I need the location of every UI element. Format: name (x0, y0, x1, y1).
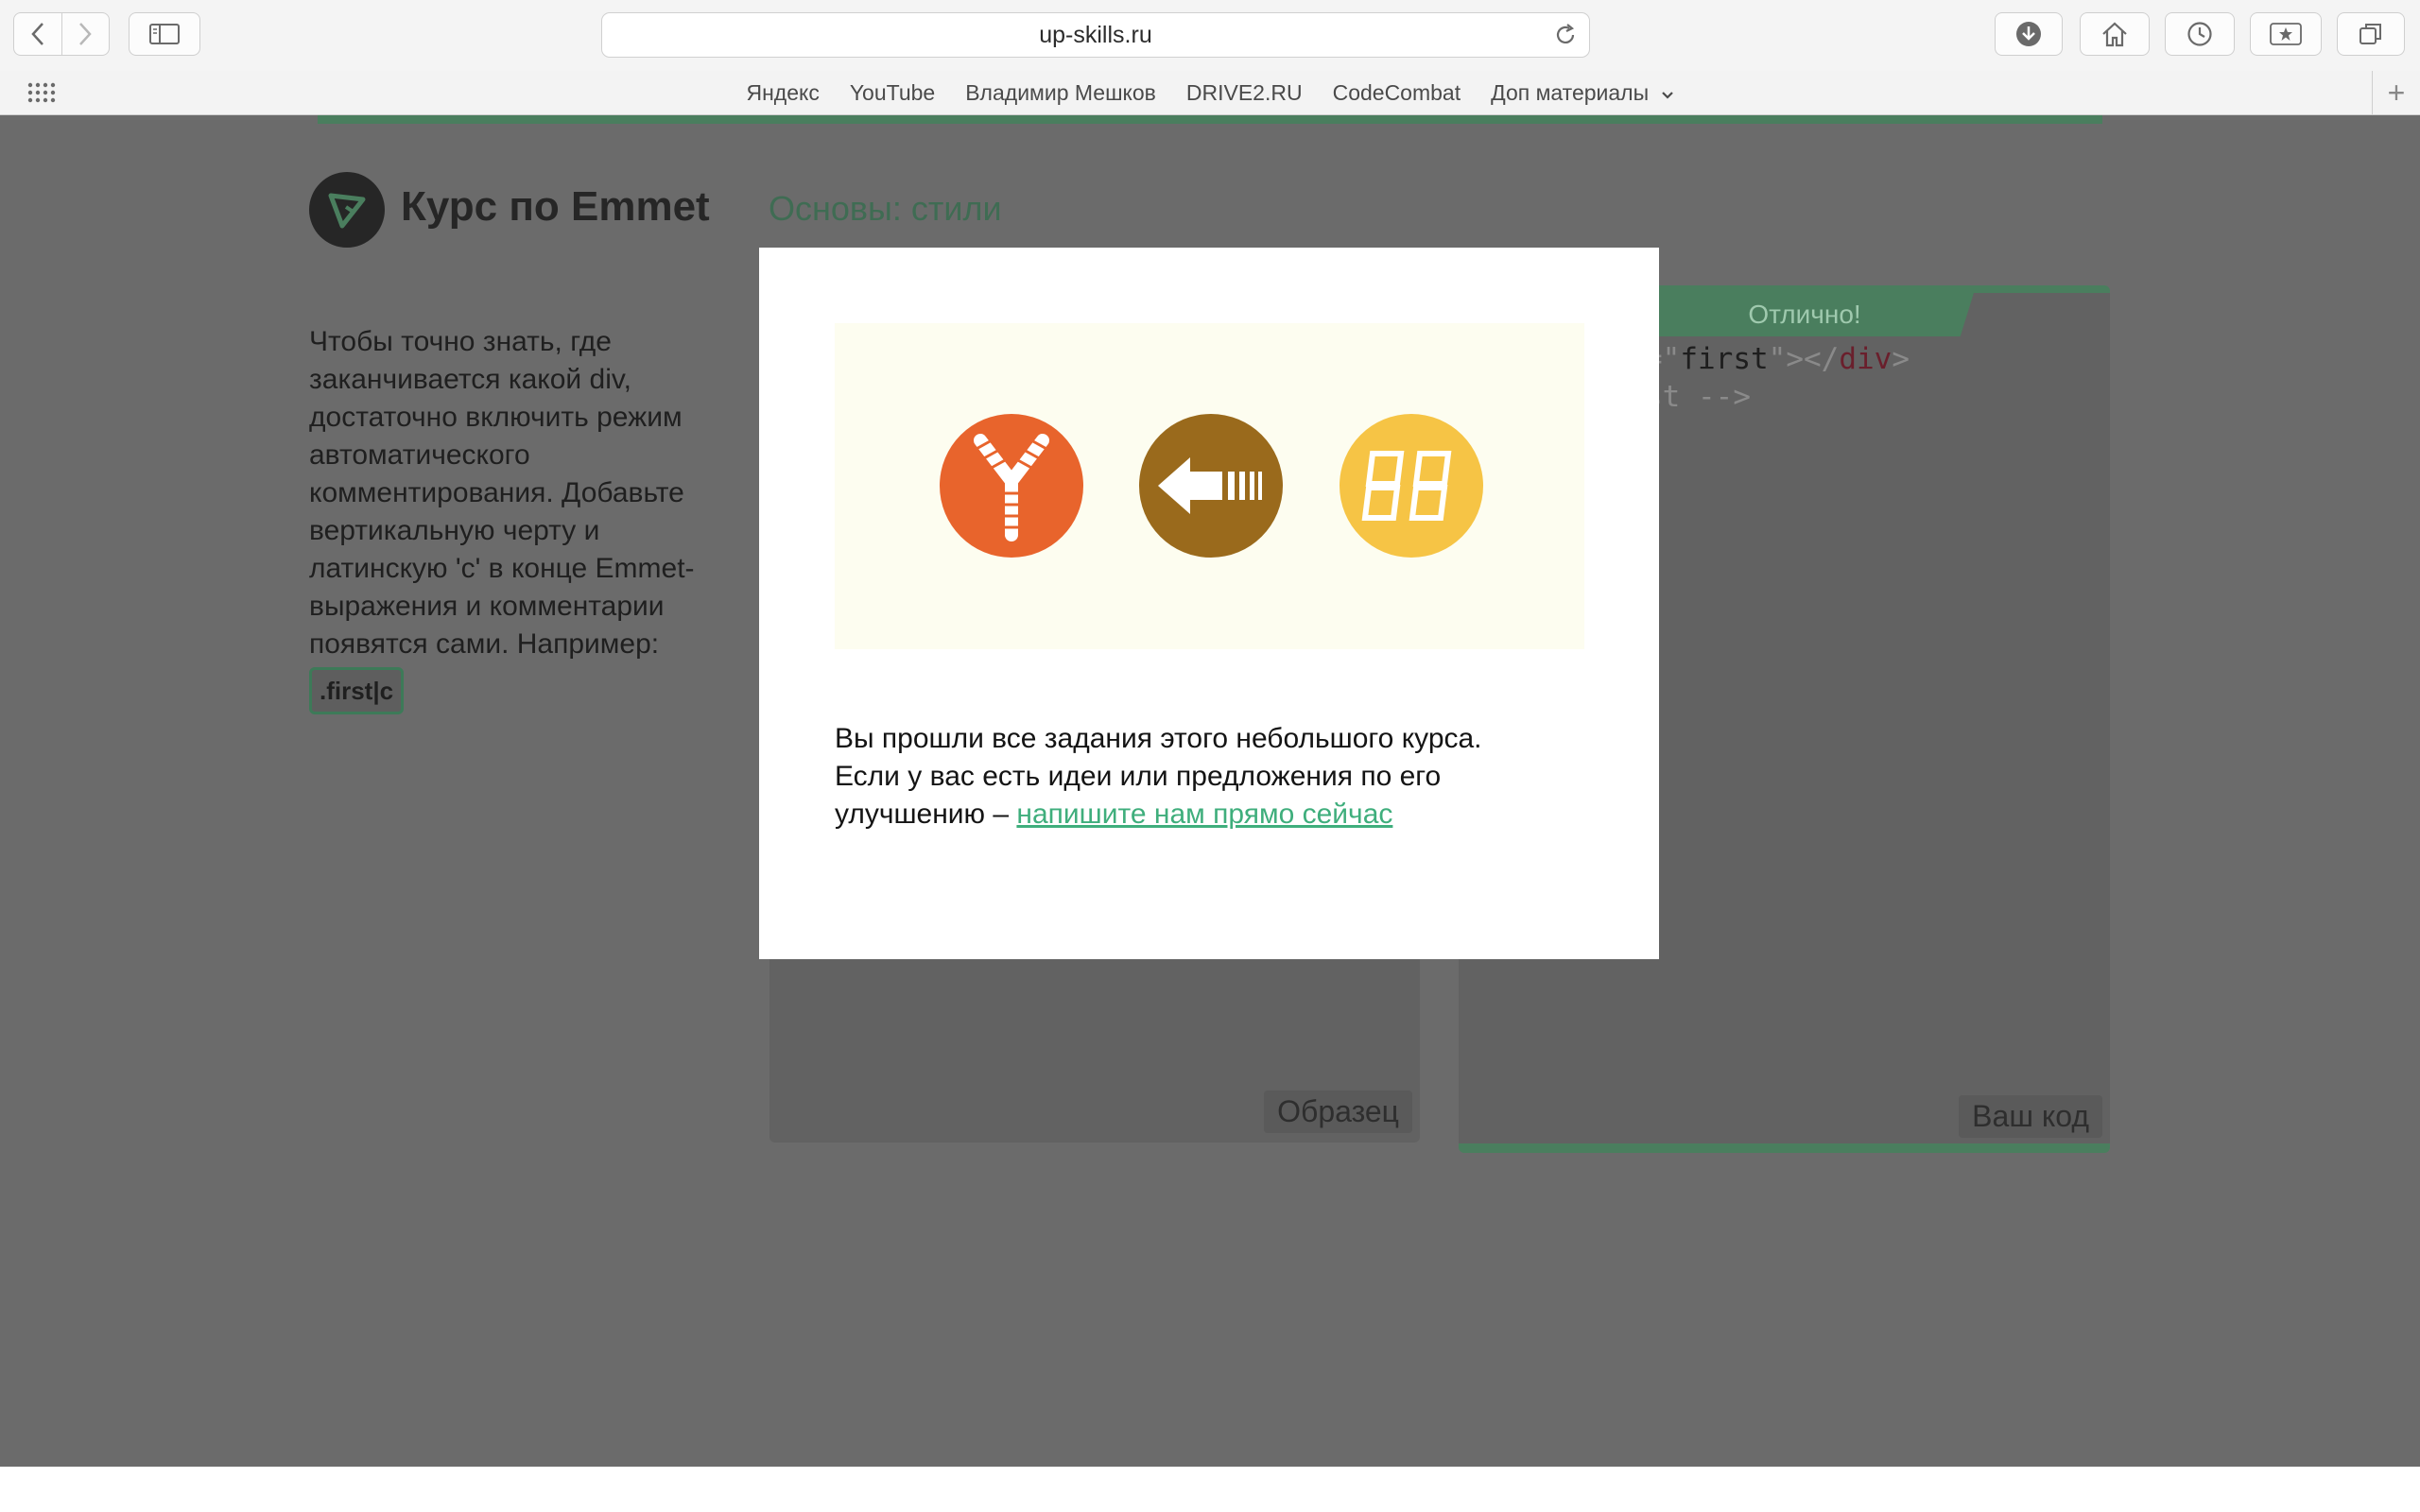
code-line-2: st --> (1645, 380, 1751, 414)
sample-label: Образец (1264, 1091, 1412, 1133)
back-icon[interactable] (14, 13, 62, 55)
zen-coding-badge-icon (940, 414, 1083, 558)
reload-icon[interactable] (1553, 23, 1578, 54)
contact-us-link[interactable]: напишите нам прямо сейчас (1016, 799, 1392, 830)
modal-message: Вы прошли все задания этого небольшого к… (835, 720, 1553, 833)
bookmark-folder-extra[interactable]: Доп материалы (1491, 80, 1673, 106)
forward-icon[interactable] (62, 13, 110, 55)
top-accent-strip (318, 115, 2102, 124)
result-tab: Отлично! (1635, 293, 1974, 336)
your-code-label: Ваш код (1959, 1095, 2102, 1138)
bookmark-folder-label: Доп материалы (1491, 79, 1650, 105)
bookmark-drive2[interactable]: DRIVE2.RU (1186, 80, 1303, 106)
bookmark-yandex[interactable]: Яндекс (746, 80, 819, 106)
bookmark-codecombat[interactable]: CodeCombat (1333, 80, 1461, 106)
bookmark-vladimir-meshkov[interactable]: Владимир Мешков (965, 80, 1156, 106)
lesson-text: Чтобы точно знать, где заканчивается как… (309, 326, 695, 660)
code-tag: div (1839, 342, 1893, 376)
code-line-1: ="first"></div> (1645, 342, 1910, 376)
back-forward-group (13, 12, 110, 56)
address-bar[interactable]: up-skills.ru (601, 12, 1590, 58)
emmet-logo-icon (309, 172, 385, 248)
bookmarks-star-icon[interactable] (2250, 12, 2322, 56)
browser-toolbar: up-skills.ru (0, 0, 2420, 72)
lesson-title: Основы: стили (769, 189, 1002, 228)
completion-modal: Вы прошли все задания этого небольшого к… (759, 248, 1659, 959)
bookmark-list: Яндекс YouTube Владимир Мешков DRIVE2.RU… (0, 71, 2420, 114)
url-text: up-skills.ru (1039, 21, 1152, 48)
lesson-description: Чтобы точно знать, где заканчивается как… (309, 323, 706, 714)
code-string: first (1680, 342, 1769, 376)
sidebar-icon[interactable] (129, 12, 200, 56)
history-icon[interactable] (2165, 12, 2235, 56)
tabs-icon[interactable] (2337, 12, 2405, 56)
code-mid: "></ (1768, 342, 1840, 376)
download-icon[interactable] (1995, 12, 2063, 56)
bookmarks-bar: Яндекс YouTube Владимир Мешков DRIVE2.RU… (0, 71, 2420, 115)
arrow-badge-icon (1139, 414, 1283, 558)
digits-badge-icon (1340, 414, 1483, 558)
bookmark-youtube[interactable]: YouTube (850, 80, 935, 106)
add-tab-icon[interactable]: + (2372, 71, 2420, 114)
code-end: > (1892, 342, 1910, 376)
window-bottom-edge (0, 1467, 2420, 1512)
site-brand[interactable]: Курс по Emmet (401, 183, 710, 231)
example-code-chip: .first|c (309, 667, 405, 714)
badges-area (835, 323, 1584, 649)
home-icon[interactable] (2080, 12, 2150, 56)
chevron-down-icon (1661, 91, 1673, 99)
